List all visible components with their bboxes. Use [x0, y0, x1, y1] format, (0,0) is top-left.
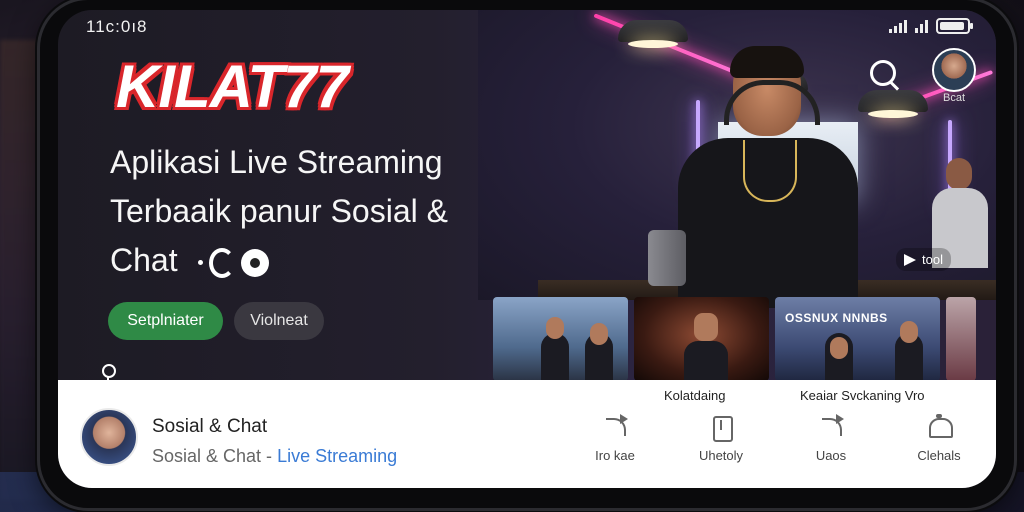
action-label: Clehals	[917, 448, 961, 463]
bell-icon	[926, 414, 953, 440]
ceiling-lamp	[618, 20, 688, 48]
app-screen: 11c:0ı8 KILAT77 Aplikasi Live Streaming …	[58, 10, 996, 488]
streamer	[648, 46, 878, 308]
headline-line: Terbaaik panur Sosial &	[110, 193, 448, 229]
avatar-label: Bcat	[942, 92, 965, 104]
channel-subtitle: Sosial & Chat - Live Streaming	[152, 446, 397, 467]
headline-line: Chat	[110, 242, 178, 278]
status-time: 11c:0ı8	[86, 17, 148, 36]
action-button-4[interactable]: Clehals	[904, 414, 974, 463]
gear-icon	[241, 248, 270, 277]
hero-headline: Aplikasi Live Streaming Terbaaik panur S…	[110, 138, 530, 285]
share-icon	[602, 414, 628, 440]
action-button-1[interactable]: Iro kae	[580, 414, 650, 463]
share-label: tool	[922, 252, 943, 267]
video-thumbnail[interactable]	[634, 297, 769, 381]
share-icon	[818, 414, 844, 440]
video-thumbnail[interactable]	[493, 297, 628, 381]
action-label: Uhetoly	[698, 448, 744, 463]
action-label: Iro kae	[595, 448, 635, 463]
pin-icon	[102, 364, 116, 384]
secondary-button[interactable]: Violneat	[234, 302, 324, 340]
wifi-icon	[915, 19, 928, 33]
dot-icon	[198, 260, 204, 266]
thumbnail-caption: Kolatdaing	[664, 388, 726, 403]
action-button-3[interactable]: Uaos	[796, 414, 866, 463]
channel-card: Kolatdaing Keaiar Svckaning Vro Sosial &…	[58, 380, 996, 488]
subtitle-accent: Live Streaming	[277, 446, 398, 466]
signal-icon	[889, 19, 907, 33]
video-thumbnail[interactable]	[946, 297, 976, 381]
headline-line: Aplikasi Live Streaming	[110, 144, 443, 180]
primary-button[interactable]: Setplniater	[108, 302, 223, 340]
action-button-2[interactable]: Uhetoly	[686, 414, 756, 463]
action-label: Uaos	[815, 448, 847, 463]
upload-icon	[708, 414, 734, 442]
channel-title: Sosial & Chat	[152, 416, 268, 437]
video-thumbnail[interactable]: OSSNUX NNNBS	[775, 297, 940, 381]
share-arrow-icon	[904, 253, 916, 266]
search-icon[interactable]	[870, 60, 896, 86]
subtitle-prefix: Sosial & Chat -	[152, 446, 278, 466]
c-icon	[209, 247, 236, 278]
status-icons	[889, 18, 973, 34]
battery-icon	[936, 18, 973, 34]
brand-logo: KILAT77	[116, 53, 349, 120]
channel-avatar[interactable]	[80, 408, 138, 466]
share-button[interactable]: tool	[896, 248, 951, 271]
thumbnail-row: OSSNUX NNNBS	[493, 297, 976, 381]
thumbnail-title: OSSNUX NNNBS	[785, 311, 888, 325]
thumbnail-caption: Keaiar Svckaning Vro	[800, 388, 925, 403]
avatar[interactable]	[932, 48, 976, 92]
